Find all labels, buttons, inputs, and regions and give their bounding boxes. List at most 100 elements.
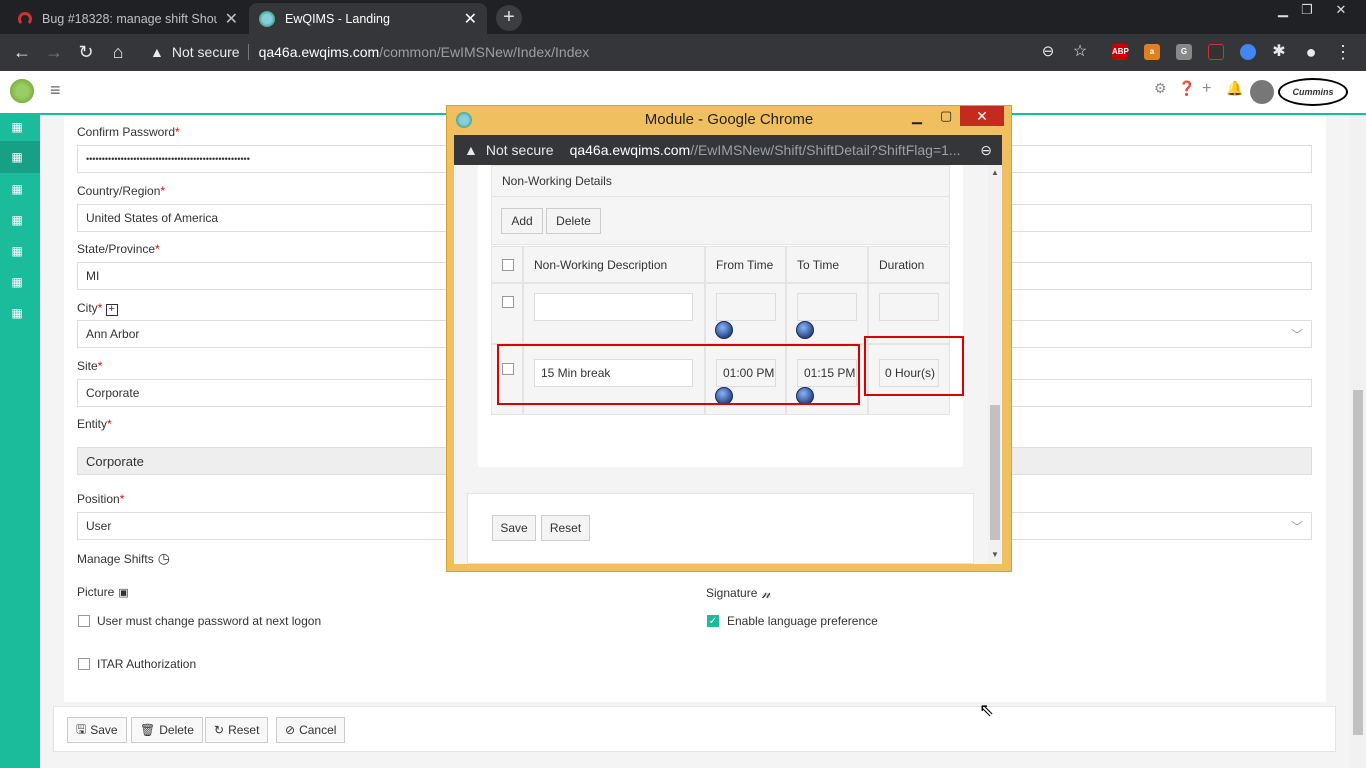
save-button[interactable]: 🖫 Save <box>67 717 127 743</box>
bell-icon[interactable]: 🔔 <box>1226 80 1243 97</box>
close-window-icon[interactable]: ✕ <box>1326 2 1356 17</box>
col-header-description: Non-Working Description <box>523 246 705 283</box>
non-working-section-title: Non-Working Details <box>491 165 950 197</box>
sidebar-building-icon[interactable]: ▦ <box>10 213 24 227</box>
company-logo: Cummins <box>1278 78 1348 106</box>
country-label: Country/Region* <box>77 184 166 198</box>
manage-shifts[interactable]: Manage Shifts ◷ <box>77 550 170 567</box>
image-icon[interactable]: ▣ <box>118 586 128 599</box>
table-row <box>491 283 523 344</box>
profile-icon[interactable]: ● <box>1300 41 1322 63</box>
scroll-down-icon[interactable]: ▼ <box>991 550 999 559</box>
reset-icon: ↻ <box>214 723 225 737</box>
warning-icon: ▲ <box>464 142 478 158</box>
clock-icon[interactable]: ◷ <box>158 550 170 567</box>
gear-icon[interactable]: ⚙ <box>1154 80 1167 97</box>
extension-chrome-icon[interactable] <box>1240 44 1256 60</box>
reset-button[interactable]: ↻ Reset <box>205 717 269 743</box>
popup-reset-button[interactable]: Reset <box>541 515 590 541</box>
popup-maximize-icon[interactable]: ▢ <box>940 108 952 124</box>
hamburger-menu-icon[interactable]: ≡ <box>50 80 61 101</box>
chevron-down-icon: ﹀ <box>1290 519 1303 534</box>
picture-field: Picture ▣ <box>77 585 129 599</box>
address-bar[interactable]: ▲ Not secure qa46a.ewqims.com/common/EwI… <box>140 38 1100 66</box>
back-arrow-icon[interactable]: ← <box>11 41 33 63</box>
app-logo[interactable] <box>8 77 36 105</box>
close-tab-icon[interactable]: ✕ <box>464 9 477 29</box>
from-time-input[interactable] <box>716 293 776 321</box>
bookmark-star-icon[interactable]: ☆ <box>1069 41 1091 63</box>
extension-pdf-icon[interactable] <box>1208 44 1224 60</box>
chevron-down-icon: ﹀ <box>1290 327 1303 342</box>
itar-checkbox[interactable] <box>78 658 90 670</box>
itar-label: ITAR Authorization <box>97 657 197 671</box>
must-change-password-label: User must change password at next logon <box>97 614 322 628</box>
must-change-password-checkbox[interactable] <box>78 615 90 627</box>
city-label: City* + <box>77 301 118 316</box>
sidebar-building-icon[interactable]: ▦ <box>10 244 24 258</box>
trash-icon: 🗑 <box>140 723 156 737</box>
user-avatar[interactable] <box>1250 80 1274 104</box>
select-all-checkbox[interactable] <box>502 258 514 271</box>
zoom-icon[interactable]: ⊖ <box>980 142 992 159</box>
add-button[interactable]: Add <box>501 208 543 234</box>
add-city-icon[interactable]: + <box>105 304 118 316</box>
col-header-from-time: From Time <box>705 246 786 283</box>
site-label: Site* <box>77 359 103 373</box>
help-icon[interactable]: ❓ <box>1178 80 1195 97</box>
reload-icon[interactable]: ↻ <box>75 41 97 63</box>
forward-arrow-icon[interactable]: → <box>43 41 65 63</box>
annotation-box-duration <box>864 336 964 396</box>
row-checkbox[interactable] <box>502 296 514 308</box>
browser-tab-landing[interactable]: EwQIMS - Landing ✕ <box>249 3 487 34</box>
page-scrollbar-thumb[interactable] <box>1353 390 1363 735</box>
clock-picker-icon[interactable] <box>796 321 814 339</box>
position-label: Position* <box>77 492 125 506</box>
close-tab-icon[interactable]: ✕ <box>225 9 238 29</box>
save-icon: 🖫 <box>76 721 87 736</box>
adblock-icon[interactable]: ABP <box>1112 44 1129 60</box>
browser-tab-bug[interactable]: Bug #18328: manage shift Shoulc ✕ <box>8 3 248 34</box>
sidebar-building-icon[interactable]: ▦ <box>10 150 24 164</box>
scroll-up-icon[interactable]: ▲ <box>991 168 999 177</box>
sidebar-building-icon[interactable]: ▦ <box>10 306 24 320</box>
sidebar-building-icon[interactable]: ▦ <box>10 120 24 134</box>
enable-language-label: Enable language preference <box>727 614 878 628</box>
zoom-icon[interactable]: ⊖ <box>1037 41 1059 63</box>
popup-scrollbar-thumb[interactable] <box>990 405 1000 540</box>
popup-title: Module - Google Chrome <box>644 111 814 128</box>
annotation-box-row <box>497 344 860 405</box>
duration-input[interactable] <box>879 293 939 321</box>
sidebar-building-icon[interactable]: ▦ <box>10 275 24 289</box>
col-header-duration: Duration <box>868 246 950 283</box>
extension-g-icon[interactable]: G <box>1176 44 1192 60</box>
ewqims-icon <box>259 10 275 27</box>
delete-row-button[interactable]: Delete <box>546 208 601 234</box>
extensions-puzzle-icon[interactable]: ✱ <box>1268 41 1290 63</box>
popup-close-button[interactable]: ✕ <box>960 106 1004 126</box>
cancel-button[interactable]: ⊘ Cancel <box>276 717 346 743</box>
popup-minimize-icon[interactable]: ▁ <box>912 109 922 125</box>
state-label: State/Province* <box>77 242 160 256</box>
popup-address-bar[interactable]: ▲ Not secure qa46a.ewqims.com//EwIMSNew/… <box>454 135 1002 165</box>
extension-orange-icon[interactable]: a <box>1144 44 1160 60</box>
redmine-icon <box>18 11 32 26</box>
confirm-password-label: Confirm Password* <box>77 125 180 139</box>
mouse-cursor-icon: ⇖ <box>979 700 995 720</box>
new-tab-button[interactable]: + <box>496 5 522 31</box>
signature-icon[interactable]: 𝓃 <box>761 584 770 602</box>
sidebar-building-icon[interactable]: ▦ <box>10 182 24 196</box>
plus-icon[interactable]: + <box>1202 80 1211 98</box>
restore-window-icon[interactable]: ❐ <box>1292 2 1322 17</box>
clock-picker-icon[interactable] <box>715 321 733 339</box>
entity-label: Entity* <box>77 417 112 431</box>
enable-language-checkbox[interactable]: ✓ <box>707 615 719 627</box>
cancel-icon: ⊘ <box>285 723 296 737</box>
menu-kebab-icon[interactable]: ⋮ <box>1332 41 1354 63</box>
signature-field: Signature 𝓃 <box>706 584 771 602</box>
to-time-input[interactable] <box>797 293 857 321</box>
home-icon[interactable]: ⌂ <box>107 41 129 63</box>
description-input[interactable] <box>534 293 693 321</box>
popup-save-button[interactable]: Save <box>492 515 536 541</box>
delete-button[interactable]: 🗑 Delete <box>131 717 203 743</box>
